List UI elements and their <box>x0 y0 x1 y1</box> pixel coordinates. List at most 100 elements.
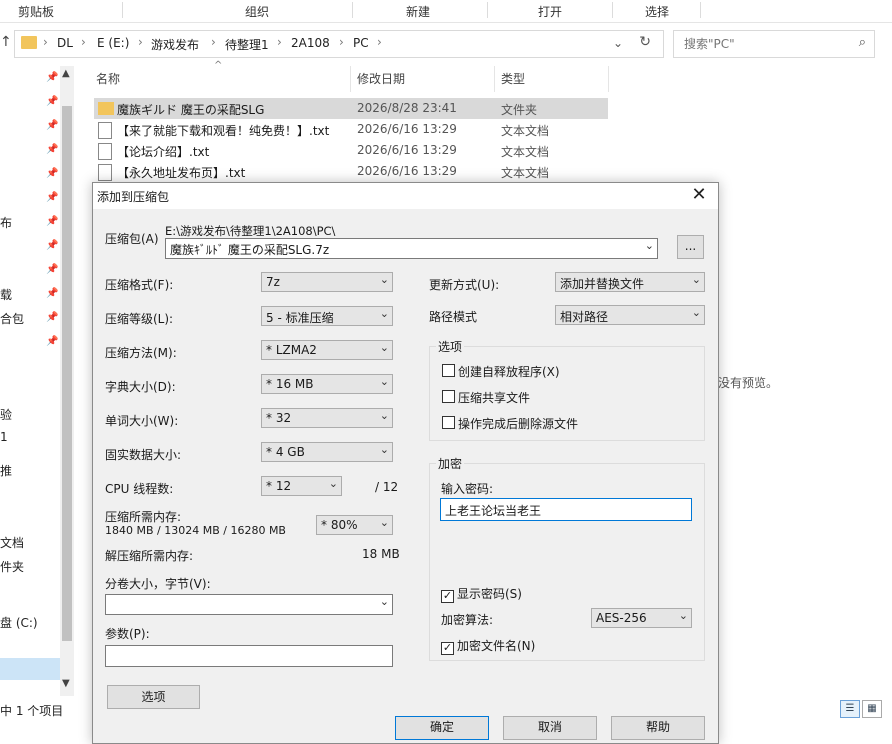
pin-icon[interactable]: 📌 <box>46 264 58 275</box>
breadcrumb-2a108[interactable]: 2A108 <box>291 36 330 50</box>
nav-item-partial[interactable]: 件夹 <box>0 558 24 575</box>
chevron-right-icon: › <box>339 35 344 49</box>
chevron-right-icon: › <box>211 35 216 49</box>
ok-button[interactable]: 确定 <box>395 716 489 740</box>
cancel-button[interactable]: 取消 <box>503 716 597 740</box>
chevron-right-icon: › <box>43 35 48 49</box>
scrollbar-thumb[interactable] <box>62 106 72 641</box>
text-file-icon <box>98 122 112 139</box>
file-row[interactable]: 【永久地址发布页】.txt 2026/6/16 13:29 文本文档 <box>94 161 608 182</box>
browse-button[interactable]: ... <box>677 235 704 259</box>
encrypt-names-checkbox[interactable]: ✓ 加密文件名(N) <box>441 637 535 655</box>
nav-item-partial[interactable]: 合包 <box>0 310 24 327</box>
dict-select[interactable]: * 16 MB ⌄ <box>261 374 393 394</box>
scroll-down-icon[interactable]: ▼ <box>62 678 70 689</box>
address-bar[interactable]: › DL › E (E:) › 游戏发布 › 待整理1 › 2A108 › PC… <box>14 30 664 58</box>
dialog-title: 添加到压缩包 <box>97 190 170 204</box>
breadcrumb-game-release[interactable]: 游戏发布 <box>151 36 199 53</box>
help-button[interactable]: 帮助 <box>611 716 705 740</box>
breadcrumb-dl[interactable]: DL <box>57 36 73 50</box>
nav-item-partial[interactable]: 布 <box>0 214 12 231</box>
options-button[interactable]: 选项 <box>107 685 200 709</box>
nav-item-partial[interactable]: 1 <box>0 430 8 444</box>
split-size-combo[interactable]: ⌄ <box>105 594 393 615</box>
password-input[interactable]: 上老王论坛当老王 <box>440 498 692 521</box>
search-input[interactable] <box>682 36 846 52</box>
pin-icon[interactable]: 📌 <box>46 216 58 227</box>
pin-icon[interactable]: 📌 <box>46 120 58 131</box>
nav-item-partial[interactable]: 验 <box>0 406 12 423</box>
sfx-checkbox[interactable]: 创建自释放程序(X) <box>442 363 560 380</box>
column-header-type[interactable]: 类型 <box>501 70 525 87</box>
params-input[interactable] <box>105 645 393 667</box>
method-select[interactable]: * LZMA2 ⌄ <box>261 340 393 360</box>
level-select[interactable]: 5 - 标准压缩 ⌄ <box>261 306 393 326</box>
checkbox-icon[interactable] <box>442 390 455 403</box>
breadcrumb-pc[interactable]: PC <box>353 36 369 50</box>
pin-icon[interactable]: 📌 <box>46 288 58 299</box>
format-value: 7z <box>266 275 280 289</box>
pin-icon[interactable]: 📌 <box>46 72 58 83</box>
format-select[interactable]: 7z ⌄ <box>261 272 393 292</box>
file-row[interactable]: 【论坛介绍】.txt 2026/6/16 13:29 文本文档 <box>94 140 608 161</box>
pin-icon[interactable]: 📌 <box>46 336 58 347</box>
pin-icon[interactable]: 📌 <box>46 96 58 107</box>
large-icons-view-icon[interactable]: ▦ <box>862 700 882 718</box>
close-icon[interactable]: ✕ <box>686 184 712 205</box>
pin-icon[interactable]: 📌 <box>46 240 58 251</box>
delete-after-checkbox[interactable]: 操作完成后删除源文件 <box>442 415 578 432</box>
nav-item-partial[interactable]: 推 <box>0 462 12 479</box>
ribbon-group-labels: 剪贴板 组织 新建 打开 选择 <box>0 0 892 23</box>
breadcrumb-pending[interactable]: 待整理1 <box>225 36 269 53</box>
checkmark-icon[interactable]: ✓ <box>441 642 454 655</box>
encryption-group-title: 加密 <box>436 455 465 472</box>
chevron-down-icon[interactable]: ⌄ <box>645 239 654 252</box>
up-arrow-icon[interactable]: ↑ <box>0 34 12 50</box>
update-mode-select[interactable]: 添加并替换文件 ⌄ <box>555 272 705 292</box>
search-icon[interactable]: ⌕ <box>859 35 866 50</box>
word-select[interactable]: * 32 ⌄ <box>261 408 393 428</box>
file-type: 文本文档 <box>501 124 550 138</box>
encryption-method-select[interactable]: AES-256 ⌄ <box>591 608 692 628</box>
search-box[interactable]: ⌕ <box>673 30 875 58</box>
file-name: 【论坛介绍】.txt <box>117 145 210 159</box>
checkbox-icon[interactable] <box>442 364 455 377</box>
column-header-date[interactable]: 修改日期 <box>357 70 405 87</box>
dialog-titlebar[interactable]: 添加到压缩包 ✕ <box>93 183 718 209</box>
file-row[interactable]: 【来了就能下载和观看！纯免费！】.txt 2026/6/16 13:29 文本文… <box>94 119 608 140</box>
pin-icon[interactable]: 📌 <box>46 144 58 155</box>
chevron-right-icon: › <box>377 35 382 49</box>
mem-percent-select[interactable]: * 80% ⌄ <box>316 515 393 535</box>
update-mode-value: 添加并替换文件 <box>560 277 645 291</box>
archive-name-combo[interactable]: 魔族ｷﾞﾙﾄﾞ 魔王の采配SLG.7z ⌄ <box>165 238 658 259</box>
checkbox-icon[interactable] <box>442 416 455 429</box>
refresh-icon[interactable]: ↻ <box>639 34 651 50</box>
scroll-up-icon[interactable]: ▲ <box>62 68 70 79</box>
chevron-down-icon: ⌄ <box>379 375 389 388</box>
path-mode-select[interactable]: 相对路径 ⌄ <box>555 305 705 325</box>
file-date: 2026/6/16 13:29 <box>357 143 457 157</box>
show-password-checkbox[interactable]: ✓ 显示密码(S) <box>441 585 522 603</box>
nav-item-drive-c[interactable]: 盘 (C:) <box>0 614 38 631</box>
shared-files-checkbox[interactable]: 压缩共享文件 <box>442 389 530 406</box>
solid-select[interactable]: * 4 GB ⌄ <box>261 442 393 462</box>
chevron-down-icon[interactable]: ⌄ <box>613 36 623 50</box>
delete-after-label: 操作完成后删除源文件 <box>458 417 579 431</box>
mem-compress-detail: 1840 MB / 13024 MB / 16280 MB <box>105 524 286 537</box>
column-header-name[interactable]: 名称 <box>96 70 120 87</box>
pin-icon[interactable]: 📌 <box>46 168 58 179</box>
nav-item-partial[interactable]: 载 <box>0 286 12 303</box>
threads-label: CPU 线程数: <box>105 482 174 496</box>
threads-select[interactable]: * 12 ⌄ <box>261 476 342 496</box>
breadcrumb-drive-e[interactable]: E (E:) <box>97 36 129 50</box>
nav-item-partial[interactable]: 文档 <box>0 534 24 551</box>
file-row[interactable]: 魔族ギルド 魔王の采配SLG 2026/8/28 23:41 文件夹 <box>94 98 608 119</box>
pin-icon[interactable]: 📌 <box>46 192 58 203</box>
chevron-down-icon[interactable]: ⌄ <box>380 595 389 608</box>
nav-scrollbar[interactable]: ▲ ▼ <box>60 66 74 696</box>
details-view-icon[interactable]: ☰ <box>840 700 860 718</box>
pin-icon[interactable]: 📌 <box>46 312 58 323</box>
add-to-archive-dialog: 添加到压缩包 ✕ 压缩包(A) E:\游戏发布\待整理1\2A108\PC\ 魔… <box>92 182 719 744</box>
checkmark-icon[interactable]: ✓ <box>441 590 454 603</box>
nav-selected-item[interactable] <box>0 658 60 680</box>
